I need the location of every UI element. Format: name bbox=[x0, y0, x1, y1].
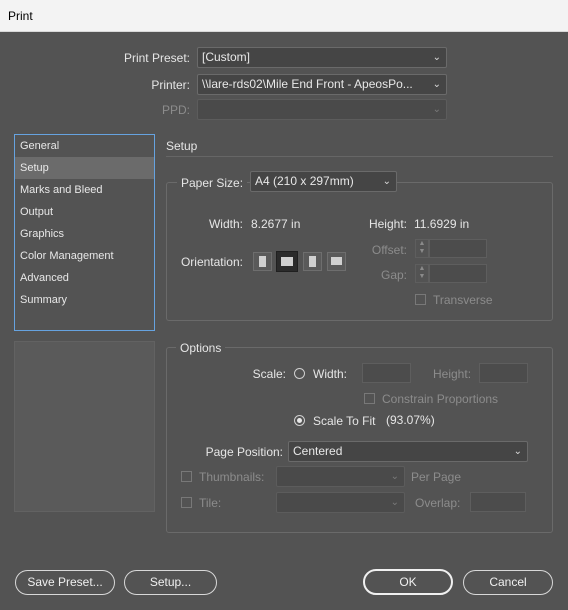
printer-dropdown[interactable]: \\lare-rds02\Mile End Front - ApeosPo...… bbox=[197, 74, 447, 95]
gap-input[interactable] bbox=[429, 264, 487, 283]
options-title: Options bbox=[176, 341, 226, 355]
tile-checkbox[interactable] bbox=[181, 497, 192, 508]
scale-label: Scale: bbox=[252, 367, 286, 381]
tile-dropdown[interactable]: ⌄ bbox=[276, 492, 405, 513]
gap-spinner[interactable]: ▲ ▼ bbox=[415, 264, 429, 283]
orientation-reverse-portrait-button[interactable] bbox=[303, 252, 322, 271]
chevron-down-icon: ⌄ bbox=[432, 52, 441, 63]
paper-size-dropdown[interactable]: A4 (210 x 297mm) ⌄ bbox=[250, 171, 397, 192]
transverse-checkbox[interactable] bbox=[415, 294, 426, 305]
width-label: Width: bbox=[208, 217, 243, 231]
constrain-proportions-checkbox[interactable] bbox=[364, 393, 375, 404]
sidebar-item-marks-and-bleed[interactable]: Marks and Bleed bbox=[15, 179, 154, 201]
printer-label: Printer: bbox=[151, 78, 190, 92]
setup-button[interactable]: Setup... bbox=[124, 570, 217, 595]
height-value: 11.6929 in bbox=[414, 217, 470, 231]
save-preset-button[interactable]: Save Preset... bbox=[15, 570, 115, 595]
page-position-label: Page Position: bbox=[205, 445, 283, 459]
scale-height-input[interactable] bbox=[479, 363, 528, 383]
paper-size-value: A4 (210 x 297mm) bbox=[255, 174, 354, 188]
scale-width-input[interactable] bbox=[362, 363, 411, 383]
scale-to-fit-value: (93.07%) bbox=[386, 413, 435, 427]
category-list[interactable]: General Setup Marks and Bleed Output Gra… bbox=[14, 134, 155, 331]
scale-to-fit-radio[interactable] bbox=[294, 415, 305, 426]
ppd-dropdown[interactable]: ⌄ bbox=[197, 99, 447, 120]
chevron-down-icon: ⌄ bbox=[432, 104, 441, 115]
reverse-portrait-icon bbox=[309, 256, 316, 267]
page-preview bbox=[14, 341, 155, 512]
width-value: 8.2677 in bbox=[251, 217, 301, 231]
sidebar-item-general[interactable]: General bbox=[15, 135, 154, 157]
chevron-down-icon: ⌄ bbox=[390, 497, 399, 508]
offset-label: Offset: bbox=[371, 243, 407, 257]
paper-size-group bbox=[166, 182, 553, 321]
portrait-icon bbox=[259, 256, 266, 267]
gap-label: Gap: bbox=[380, 268, 407, 282]
printer-value: \\lare-rds02\Mile End Front - ApeosPo... bbox=[202, 77, 413, 91]
sidebar-item-output[interactable]: Output bbox=[15, 201, 154, 223]
height-label: Height: bbox=[368, 217, 407, 231]
page-position-value: Centered bbox=[293, 444, 343, 458]
orientation-portrait-button[interactable] bbox=[253, 252, 272, 271]
print-preset-label: Print Preset: bbox=[123, 51, 190, 65]
orientation-landscape-button[interactable] bbox=[276, 251, 298, 272]
chevron-down-icon: ⌄ bbox=[390, 471, 399, 482]
sidebar-item-setup[interactable]: Setup bbox=[15, 157, 154, 179]
transverse-label: Transverse bbox=[433, 293, 493, 307]
scale-width-label: Width: bbox=[313, 367, 348, 381]
sidebar-item-advanced[interactable]: Advanced bbox=[15, 267, 154, 289]
scale-height-label: Height: bbox=[433, 367, 472, 381]
landscape-icon bbox=[281, 257, 293, 266]
ppd-label: PPD: bbox=[161, 103, 190, 117]
setup-divider bbox=[166, 156, 553, 157]
sidebar-item-color-management[interactable]: Color Management bbox=[15, 245, 154, 267]
window-title: Print bbox=[8, 9, 33, 23]
sidebar-item-graphics[interactable]: Graphics bbox=[15, 223, 154, 245]
offset-spinner[interactable]: ▲ ▼ bbox=[415, 239, 429, 258]
tile-label: Tile: bbox=[199, 496, 222, 510]
scale-width-radio[interactable] bbox=[294, 368, 305, 379]
thumbnails-label: Thumbnails: bbox=[199, 470, 265, 484]
overlap-input[interactable] bbox=[470, 492, 526, 512]
overlap-label: Overlap: bbox=[415, 496, 461, 510]
per-page-label: Per Page bbox=[411, 470, 462, 484]
orientation-label: Orientation: bbox=[180, 255, 243, 269]
thumbnails-dropdown[interactable]: ⌄ bbox=[276, 466, 405, 487]
setup-section-title: Setup bbox=[166, 139, 198, 153]
page-position-dropdown[interactable]: Centered ⌄ bbox=[288, 441, 528, 462]
print-preset-dropdown[interactable]: [Custom] ⌄ bbox=[197, 47, 447, 68]
scale-to-fit-label: Scale To Fit bbox=[313, 414, 376, 428]
orientation-reverse-landscape-button[interactable] bbox=[327, 252, 346, 271]
print-preset-value: [Custom] bbox=[202, 50, 251, 64]
reverse-landscape-icon bbox=[331, 257, 342, 265]
ok-button[interactable]: OK bbox=[363, 569, 453, 595]
constrain-proportions-label: Constrain Proportions bbox=[382, 392, 499, 406]
offset-input[interactable] bbox=[429, 239, 487, 258]
chevron-down-icon: ⌄ bbox=[382, 176, 391, 187]
thumbnails-checkbox[interactable] bbox=[181, 471, 192, 482]
chevron-down-icon: ⌄ bbox=[432, 79, 441, 90]
sidebar-item-summary[interactable]: Summary bbox=[15, 289, 154, 311]
cancel-button[interactable]: Cancel bbox=[463, 570, 553, 595]
chevron-down-icon: ⌄ bbox=[513, 446, 522, 457]
title-bar: Print bbox=[0, 0, 568, 32]
paper-size-label: Paper Size: bbox=[177, 176, 248, 190]
